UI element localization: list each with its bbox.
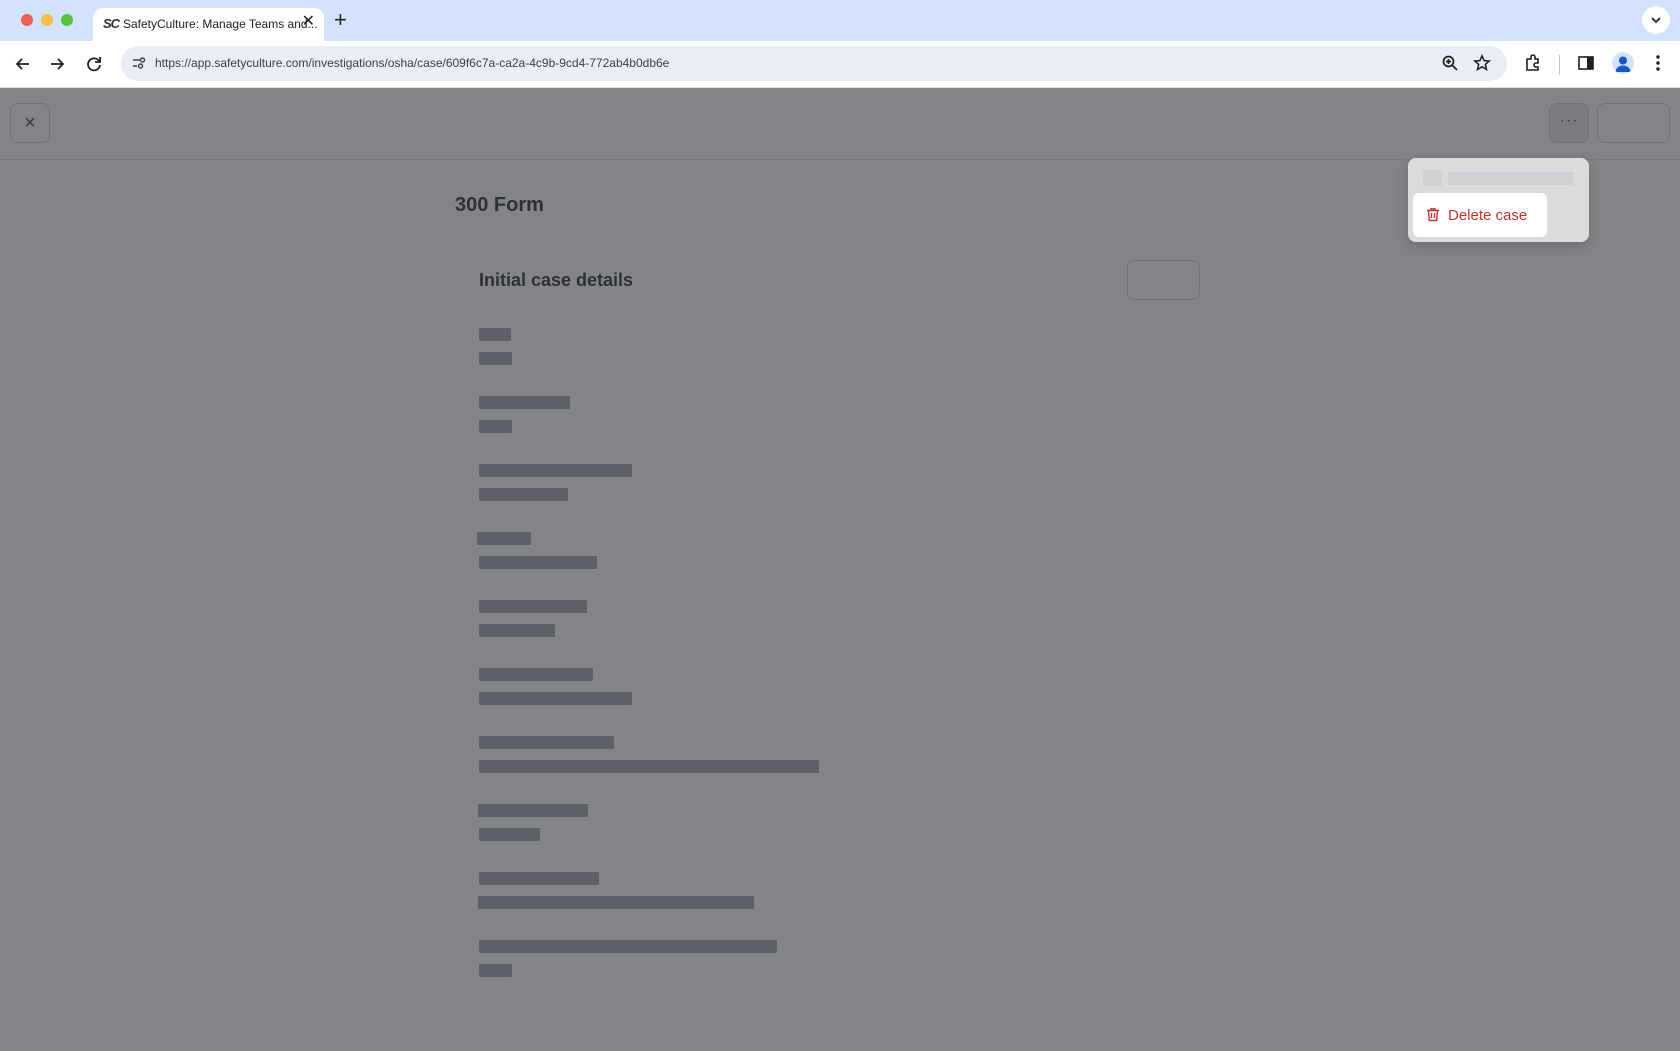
app-viewport: × ··· 300 Form Initial case details Dele… [0,88,1680,1051]
field-value-skeleton [479,692,632,705]
close-icon: × [24,112,36,134]
field-label-skeleton [479,872,599,885]
kebab-menu-icon[interactable] [1648,53,1668,78]
new-tab-icon[interactable]: + [334,8,347,32]
field-value-skeleton [479,420,512,433]
more-options-button[interactable]: ··· [1549,103,1589,143]
tab-search-button[interactable] [1642,6,1670,34]
field-value-skeleton [479,488,568,501]
close-window-button[interactable] [21,14,33,26]
maximize-window-button[interactable] [61,14,73,26]
menu-item-icon-skeleton [1423,170,1442,186]
close-case-button[interactable]: × [10,103,50,143]
browser-tab[interactable]: SC SafetyCulture: Manage Teams and... ✕ [93,8,324,41]
field-label-skeleton [479,396,570,409]
profile-icon[interactable] [1612,52,1634,74]
card-title: Initial case details [479,270,634,290]
field-label-skeleton [479,600,587,613]
more-options-menu: Delete case [1408,158,1589,242]
field-value-skeleton [478,896,754,909]
toolbar-divider [1559,55,1560,75]
edit-card-button[interactable] [1127,260,1200,300]
trash-icon [1427,208,1439,222]
safetyculture-favicon-icon: SC [103,16,120,31]
url-text[interactable]: https://app.safetyculture.com/investigat… [155,56,669,70]
field-value-skeleton [479,760,819,773]
chevron-down-icon [1651,17,1661,24]
back-icon[interactable] [12,53,34,75]
case-header: × ··· [0,88,1680,160]
forward-icon[interactable] [46,53,68,75]
field-label-skeleton [477,532,531,545]
zoom-icon[interactable] [1441,54,1459,77]
field-label-skeleton [479,940,777,953]
field-label-skeleton [478,804,588,817]
browser-toolbar: https://app.safetyculture.com/investigat… [0,41,1680,88]
field-label-skeleton [479,328,511,341]
field-value-skeleton [479,624,555,637]
field-label-skeleton [479,736,614,749]
delete-case-menu-item[interactable]: Delete case [1413,193,1547,237]
field-label-skeleton [479,668,593,681]
field-label-skeleton [479,464,632,477]
site-info-icon[interactable] [131,55,147,76]
page-title: 300 Form [455,194,544,216]
star-icon[interactable] [1472,53,1492,77]
delete-case-label: Delete case [1448,207,1528,224]
minimize-window-button[interactable] [41,14,53,26]
header-action-button[interactable] [1597,103,1670,143]
reload-icon[interactable] [83,53,105,75]
browser-tab-bar: SC SafetyCulture: Manage Teams and... ✕ … [0,0,1680,41]
extensions-icon[interactable] [1523,53,1543,78]
tab-title: SafetyCulture: Manage Teams and... [123,17,318,31]
side-panel-icon[interactable] [1576,53,1596,78]
ellipsis-icon: ··· [1559,112,1579,129]
field-value-skeleton [479,828,540,841]
address-bar[interactable]: https://app.safetyculture.com/investigat… [121,46,1507,81]
tab-close-icon[interactable]: ✕ [302,13,315,31]
initial-case-details-card: Initial case details [455,236,1225,1006]
field-value-skeleton [479,556,597,569]
field-value-skeleton [479,352,512,365]
field-value-skeleton [479,964,512,977]
menu-item-label-skeleton [1448,172,1573,185]
